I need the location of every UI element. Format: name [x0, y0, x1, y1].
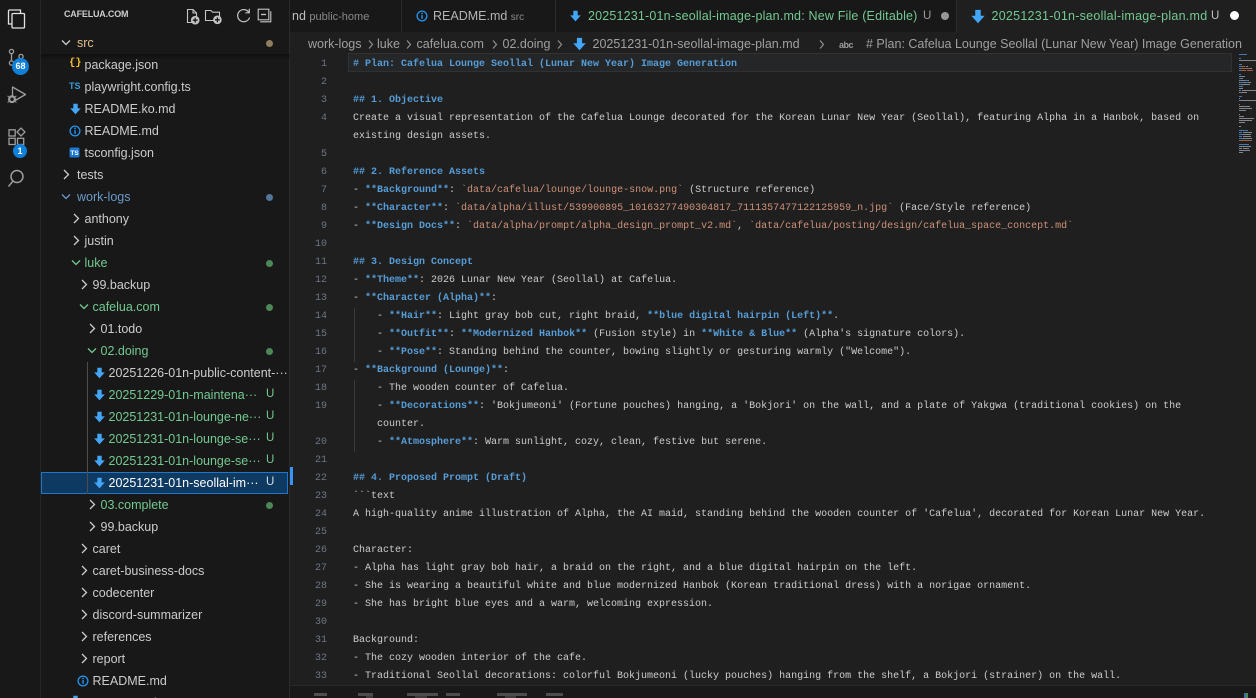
- svg-text:TS: TS: [70, 150, 79, 157]
